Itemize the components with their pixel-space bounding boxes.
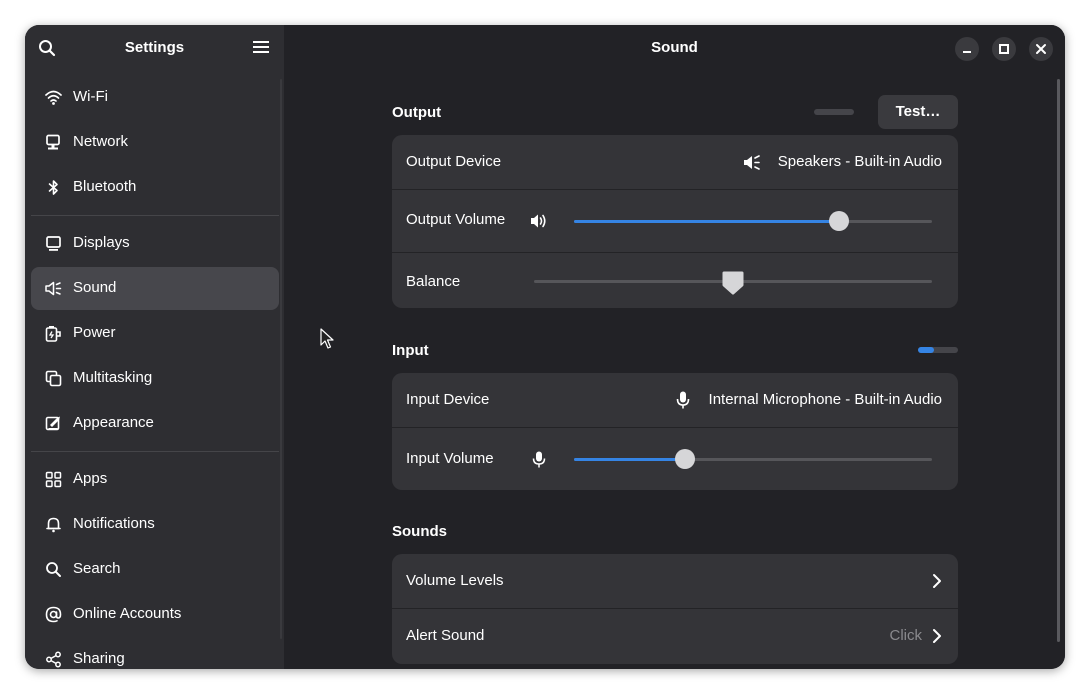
test-button[interactable]: Test… [878, 95, 958, 129]
output-device-row[interactable]: Output Device Speakers - Built-in Audio [392, 135, 958, 190]
sidebar-separator [31, 215, 279, 216]
sidebar-item-label: Multitasking [73, 369, 153, 386]
sidebar-item-bluetooth[interactable]: Bluetooth [31, 166, 279, 209]
sidebar-item-label: Search [73, 560, 121, 577]
search-icon [45, 561, 62, 578]
input-volume-label: Input Volume [406, 450, 494, 467]
sidebar-list: Wi-Fi Network Bluetooth Displays Sound Power M… [31, 76, 279, 669]
balance-label: Balance [406, 273, 461, 290]
sidebar-item-label: Displays [73, 234, 130, 251]
sidebar-item-label: Sharing [73, 650, 125, 667]
sidebar-item-label: Sound [73, 279, 117, 296]
input-card: Input Device Internal Microphone - Built… [392, 373, 958, 490]
volume-levels-row[interactable]: Volume Levels [392, 554, 958, 609]
chevron-right-icon [932, 628, 942, 649]
input-level-meter [918, 347, 958, 353]
output-device-label: Output Device [406, 153, 502, 170]
wifi-icon [45, 89, 62, 106]
alert-sound-value: Click [889, 627, 923, 644]
input-section-title: Input [392, 342, 429, 359]
sidebar-item-multitasking[interactable]: Multitasking [31, 357, 279, 400]
bluetooth-icon [45, 179, 62, 196]
sidebar-item-label: Appearance [73, 414, 154, 431]
sidebar-item-search[interactable]: Search [31, 548, 279, 591]
microphone-icon [676, 391, 690, 414]
output-volume-fill [574, 220, 839, 223]
sidebar-item-label: Network [73, 133, 129, 150]
multitasking-icon [45, 370, 62, 387]
minimize-button[interactable] [955, 37, 979, 61]
microphone-icon[interactable] [532, 451, 546, 473]
input-volume-slider-knob[interactable] [674, 449, 695, 469]
alert-sound-label: Alert Sound [406, 627, 485, 644]
display-icon [45, 235, 62, 252]
speaker-icon [743, 154, 760, 176]
sound-icon [45, 280, 62, 297]
share-icon [45, 651, 62, 668]
at-icon [45, 606, 62, 623]
balance-slider-knob[interactable] [722, 271, 744, 295]
balance-row: Balance [392, 253, 958, 308]
sidebar-item-label: Wi-Fi [73, 88, 108, 105]
sidebar-item-displays[interactable]: Displays [31, 222, 279, 265]
sidebar-title: Settings [124, 39, 185, 56]
main-scrollbar[interactable] [1057, 79, 1060, 642]
volume-high-icon[interactable] [530, 213, 547, 234]
sidebar-item-label: Bluetooth [73, 178, 137, 195]
sidebar-item-power[interactable]: Power [31, 312, 279, 355]
sidebar-item-online-accounts[interactable]: Online Accounts [31, 593, 279, 636]
sidebar-item-sound[interactable]: Sound [31, 267, 279, 310]
power-icon [45, 325, 62, 342]
input-volume-row: Input Volume [392, 428, 958, 490]
settings-window: Settings Wi-Fi Network Bluetooth Displays So… [25, 25, 1065, 669]
sounds-card: Volume Levels Alert Sound Click [392, 554, 958, 664]
sidebar-item-network[interactable]: Network [31, 121, 279, 164]
output-card: Output Device Speakers - Built-in Audio … [392, 135, 958, 308]
maximize-button[interactable] [992, 37, 1016, 61]
output-volume-row: Output Volume [392, 190, 958, 253]
main-panel: Sound Output Test… Output Device Speaker… [284, 25, 1065, 669]
sidebar-item-appearance[interactable]: Appearance [31, 402, 279, 445]
page-title: Sound [651, 39, 698, 56]
network-icon [45, 134, 62, 151]
input-device-label: Input Device [406, 391, 490, 408]
alert-sound-row[interactable]: Alert Sound Click [392, 609, 958, 664]
sidebar-item-sharing[interactable]: Sharing [31, 638, 279, 669]
mouse-pointer-icon [320, 328, 334, 355]
volume-levels-label: Volume Levels [406, 572, 504, 589]
apps-icon [45, 471, 62, 488]
input-volume-fill [574, 458, 685, 461]
sidebar-item-label: Power [73, 324, 116, 341]
sidebar-item-label: Online Accounts [73, 605, 182, 622]
output-volume-label: Output Volume [406, 211, 506, 228]
output-device-value: Speakers - Built-in Audio [777, 153, 942, 170]
output-section-title: Output [392, 104, 442, 121]
sidebar-separator [31, 451, 279, 452]
sidebar-item-label: Notifications [73, 515, 155, 532]
output-level-meter [814, 109, 854, 115]
bell-icon [45, 516, 62, 533]
input-device-row[interactable]: Input Device Internal Microphone - Built… [392, 373, 958, 428]
close-button[interactable] [1029, 37, 1053, 61]
sidebar-scrollbar[interactable] [280, 79, 282, 639]
sidebar-item-label: Apps [73, 470, 108, 487]
hamburger-menu-icon[interactable] [253, 40, 271, 56]
input-device-value: Internal Microphone - Built-in Audio [708, 391, 942, 408]
chevron-right-icon [932, 573, 942, 594]
sidebar-header: Settings [25, 25, 284, 71]
sounds-section-title: Sounds [392, 523, 447, 540]
sidebar-item-wi-fi[interactable]: Wi-Fi [31, 76, 279, 119]
appearance-icon [45, 415, 62, 432]
output-volume-slider-knob[interactable] [828, 211, 849, 231]
sidebar-item-notifications[interactable]: Notifications [31, 503, 279, 546]
sidebar: Settings Wi-Fi Network Bluetooth Displays So… [25, 25, 284, 669]
sidebar-item-apps[interactable]: Apps [31, 458, 279, 501]
